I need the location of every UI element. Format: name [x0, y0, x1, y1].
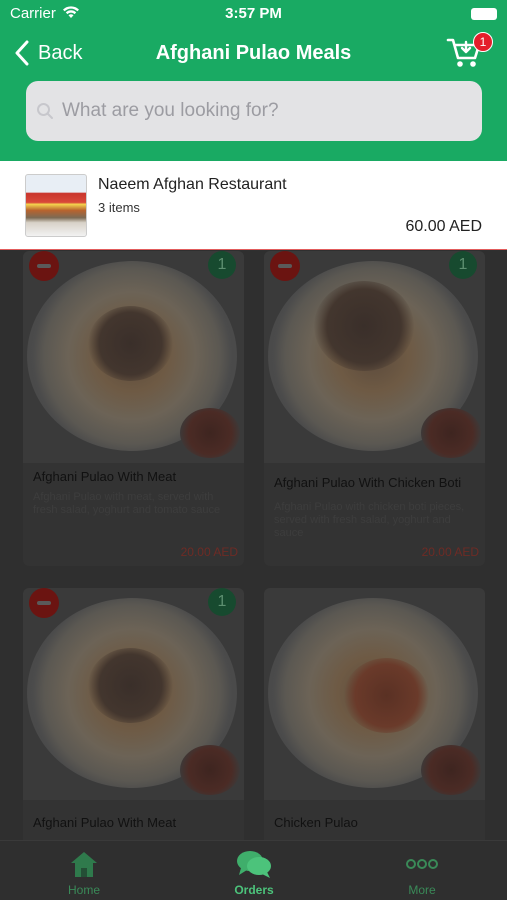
remove-item-button[interactable]	[29, 251, 59, 281]
tab-home[interactable]: Home	[24, 849, 144, 897]
product-photo	[23, 251, 244, 463]
product-name: Afghani Pulao With Meat	[33, 815, 177, 830]
product-grid: 1 Afghani Pulao With Meat Afghani Pulao …	[0, 251, 507, 840]
search-icon	[37, 103, 53, 119]
tab-more-label: More	[408, 883, 436, 897]
quantity-badge: 1	[208, 588, 236, 616]
tab-orders-label: Orders	[234, 883, 274, 897]
product-description: Afghani Pulao with meat, served with fre…	[33, 491, 221, 516]
cart-button[interactable]: 1	[446, 32, 493, 70]
product-name: Afghani Pulao With Meat	[33, 469, 177, 484]
search-input[interactable]	[62, 100, 452, 122]
quantity-badge: 1	[208, 251, 236, 279]
remove-item-button[interactable]	[270, 251, 300, 281]
remove-item-button[interactable]	[29, 588, 59, 618]
product-description: Afghani Pulao with chicken boti pieces, …	[274, 501, 465, 539]
tab-bar: Home Orders More	[0, 840, 507, 900]
status-bar: Carrier 3:57 PM	[0, 0, 507, 28]
status-time: 3:57 PM	[225, 5, 282, 22]
nav-bar: Back Afghani Pulao Meals 1	[0, 28, 507, 161]
minus-icon	[37, 601, 51, 605]
tab-orders[interactable]: Orders	[194, 849, 314, 897]
product-photo	[264, 588, 485, 800]
restaurant-total: 60.00 AED	[405, 218, 483, 235]
tab-more[interactable]: More	[362, 849, 482, 897]
restaurant-item-count: 3 items	[98, 200, 140, 215]
product-photo	[264, 251, 485, 463]
product-price: 20.00 AED	[180, 545, 238, 559]
more-dots-icon	[406, 859, 438, 869]
restaurant-name: Naeem Afghan Restaurant	[98, 176, 287, 193]
quantity-badge: 1	[449, 251, 477, 279]
page-title: Afghani Pulao Meals	[155, 42, 352, 64]
product-name: Afghani Pulao With Chicken Boti	[274, 475, 462, 490]
cart-count-badge: 1	[473, 32, 493, 52]
product-card[interactable]: Chicken Pulao	[264, 588, 485, 840]
product-name: Chicken Pulao	[274, 815, 358, 830]
restaurant-photo	[25, 174, 87, 237]
restaurant-summary[interactable]: Naeem Afghan Restaurant 3 items 60.00 AE…	[0, 161, 507, 250]
minus-icon	[37, 264, 51, 268]
product-photo	[23, 588, 244, 800]
home-icon	[71, 852, 97, 877]
product-card[interactable]: 1 Afghani Pulao With Meat	[23, 588, 244, 840]
minus-icon	[278, 264, 292, 268]
tab-home-label: Home	[67, 883, 100, 897]
product-price: 20.00 AED	[421, 545, 479, 559]
product-card[interactable]: 1 Afghani Pulao With Chicken Boti Afghan…	[264, 251, 485, 566]
battery-icon	[471, 8, 497, 20]
search-bar	[26, 81, 482, 141]
chat-bubbles-icon	[237, 851, 271, 878]
product-card[interactable]: 1 Afghani Pulao With Meat Afghani Pulao …	[23, 251, 244, 566]
